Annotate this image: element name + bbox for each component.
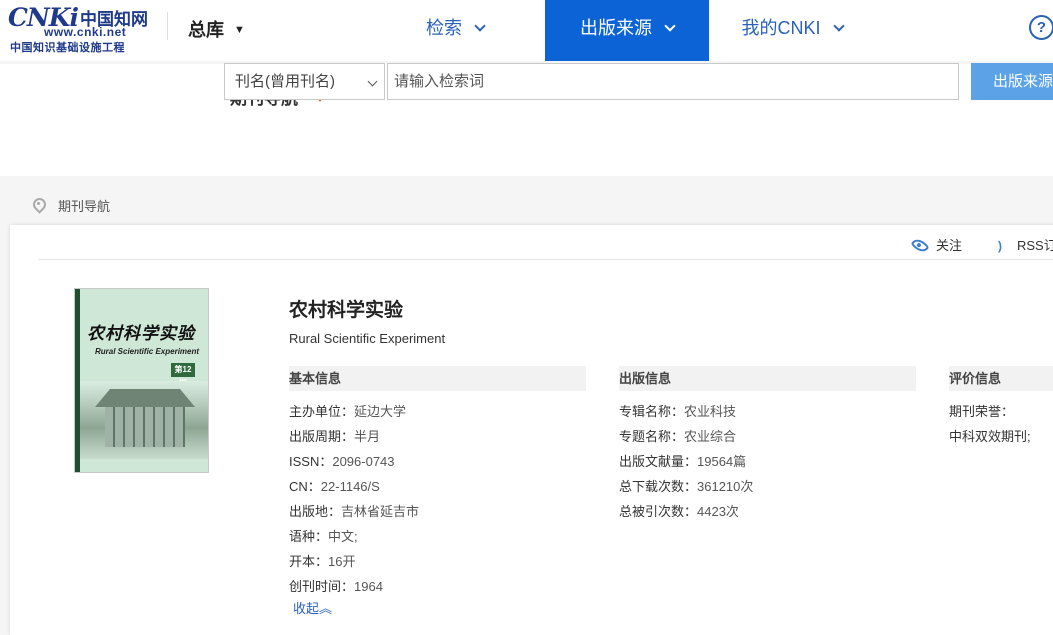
search-placeholder: 请输入检索词 <box>394 73 485 90</box>
info-label: 开本： <box>289 554 329 569</box>
search-button[interactable]: 出版来源 <box>971 63 1053 100</box>
info-row-host: 主办单位：延边大学 <box>289 401 406 420</box>
info-label: 专辑名称： <box>619 404 685 419</box>
eval-honor-label: 期刊荣誉： <box>949 404 1015 419</box>
eye-icon <box>910 235 930 256</box>
info-label: 出版文献量： <box>619 454 698 469</box>
info-value: 4423次 <box>697 504 739 519</box>
info-value: 半月 <box>354 429 381 444</box>
info-value: 延边大学 <box>354 404 407 419</box>
basic-info-heading: 基本信息 <box>289 366 586 391</box>
info-label: 语种： <box>289 529 329 544</box>
nav-source-label: 出版来源 <box>580 18 652 38</box>
cover-english-title: Rural Scientific Experiment <box>95 347 200 356</box>
logo-subtitle: 中国知识基础设施工程 <box>10 42 125 54</box>
info-row-language: 语种：中文; <box>289 526 358 545</box>
cover-issue-badge: 第12期 <box>171 363 195 388</box>
info-value: 361210次 <box>697 479 754 494</box>
journal-title: 农村科学实验 <box>289 300 404 321</box>
info-label: 出版地： <box>289 504 342 519</box>
search-input[interactable]: 请输入检索词 <box>387 63 959 100</box>
cover-building-roof <box>95 389 195 407</box>
info-value: 农业综合 <box>684 429 737 444</box>
info-row-place: 出版地：吉林省延吉市 <box>289 501 419 520</box>
cover-title: 农村科学实验 <box>87 324 195 344</box>
info-value: 中文; <box>328 529 358 544</box>
journal-card: 关注 ) RSS订 农村科学实验 Rural Scientific Experim… <box>10 225 1053 635</box>
info-label: 创刊时间： <box>289 579 355 594</box>
logo-url: www.cnki.net <box>44 25 127 39</box>
breadcrumb-item[interactable]: 期刊导航 <box>58 199 110 214</box>
info-label: 出版周期： <box>289 429 355 444</box>
nav-publication-source[interactable]: 出版来源 <box>545 0 709 61</box>
nav-search-label: 检索 <box>426 18 462 38</box>
journal-english-title: Rural Scientific Experiment <box>289 331 446 346</box>
info-value: 22-1146/S <box>320 479 380 494</box>
pub-row-series: 专辑名称：农业科技 <box>619 401 736 420</box>
info-row-frequency: 出版周期：半月 <box>289 426 380 445</box>
nav-search[interactable]: 检索 <box>400 0 510 61</box>
collapse-label: 收起 <box>293 601 320 616</box>
info-value: 2096-0743 <box>332 454 395 469</box>
info-value: 农业科技 <box>684 404 737 419</box>
info-label: 总下载次数： <box>619 479 698 494</box>
info-row-issn: ISSN：2096-0743 <box>289 451 395 470</box>
search-field-value: 刊名(曾用刊名) <box>235 73 335 90</box>
info-value: 吉林省延吉市 <box>341 504 420 519</box>
eval-honor-value: 中科双效期刊; <box>949 429 1031 444</box>
library-label: 总库 <box>188 20 224 40</box>
info-label: ISSN： <box>289 454 333 469</box>
chevron-down-icon <box>474 20 486 32</box>
rss-button[interactable]: ) RSS订 <box>998 235 1053 254</box>
journal-cover-image[interactable]: 农村科学实验 Rural Scientific Experiment 第12期 <box>74 288 209 473</box>
cnki-logo[interactable]: CNKi 中国知网 www.cnki.net 中国知识基础设施工程 <box>8 3 150 54</box>
info-label: 专题名称： <box>619 429 685 444</box>
info-row-cn: CN：22-1146/S <box>289 476 380 495</box>
pub-row-topic: 专题名称：农业综合 <box>619 426 736 445</box>
publish-info-heading: 出版信息 <box>619 366 916 391</box>
pub-row-downloads: 总下载次数：361210次 <box>619 476 753 495</box>
follow-button[interactable]: 关注 <box>910 235 963 256</box>
library-dropdown[interactable]: 总库 ▼ <box>188 16 245 42</box>
info-value: 19564篇 <box>697 454 747 469</box>
info-row-format: 开本：16开 <box>289 551 355 570</box>
pub-row-citations: 总被引次数：4423次 <box>619 501 739 520</box>
chevron-down-icon <box>832 20 845 32</box>
nav-divider <box>167 12 168 40</box>
follow-label: 关注 <box>936 238 963 253</box>
rss-label: RSS订 <box>1017 238 1053 253</box>
info-label: 总被引次数： <box>619 504 698 519</box>
info-label: 主办单位： <box>289 404 355 419</box>
nav-mine-label: 我的CNKI <box>741 18 821 38</box>
nav-my-cnki[interactable]: 我的CNKI <box>722 0 862 61</box>
chevron-down-icon <box>367 76 378 87</box>
search-field-select[interactable]: 刊名(曾用刊名) <box>224 63 385 100</box>
help-icon[interactable]: ? <box>1029 15 1053 40</box>
divider <box>38 259 1053 260</box>
info-row-founded: 创刊时间：1964 <box>289 576 383 595</box>
location-pin-icon <box>33 198 46 214</box>
info-value: 16开 <box>328 554 356 569</box>
caret-down-icon: ▼ <box>234 24 245 36</box>
info-label: CN： <box>289 479 321 494</box>
breadcrumb: 期刊导航 <box>33 196 110 215</box>
top-nav: CNKi 中国知网 www.cnki.net 中国知识基础设施工程 总库 ▼ 检索… <box>0 0 1053 61</box>
chevron-down-icon <box>664 20 676 32</box>
pub-row-count: 出版文献量：19564篇 <box>619 451 746 470</box>
info-value: 1964 <box>354 579 383 594</box>
evaluation-info-heading: 评价信息 <box>949 366 1053 391</box>
cover-building-wall <box>105 407 185 447</box>
double-chevron-up-icon: ︽ <box>319 601 333 616</box>
rss-icon: ) <box>998 239 1002 253</box>
collapse-link[interactable]: 收起︽ <box>293 598 332 617</box>
